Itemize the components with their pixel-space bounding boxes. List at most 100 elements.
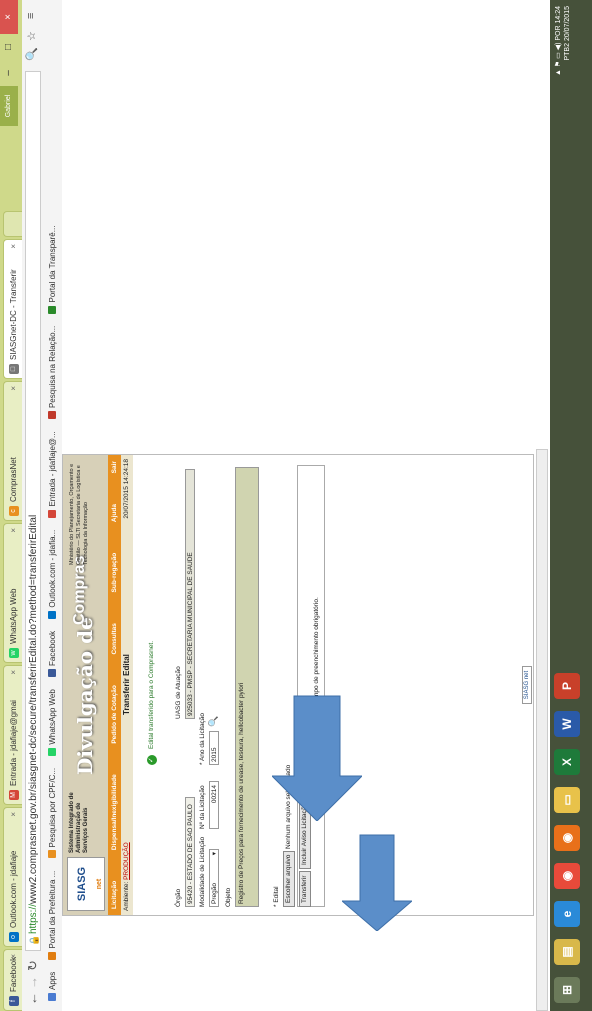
new-tab-button[interactable] [3,211,22,237]
comprasnet-icon: c [9,506,19,516]
minimize-button[interactable]: – [0,60,18,86]
tab-comprasnet[interactable]: c ComprasNet × [3,381,22,521]
siasg-menu: Licitação Dispensa/Inexigibilidade Pedid… [108,455,121,915]
close-icon[interactable]: × [4,954,22,959]
firefox-icon[interactable]: ◉ [554,825,580,851]
clock-time[interactable]: 14:24 [555,6,562,24]
ambiente-value[interactable]: PRODUÇÃO [123,842,130,880]
facebook-icon [48,668,56,677]
whatsapp-icon: w [9,648,19,658]
edital-label: * Edital [273,886,280,907]
search-icon[interactable]: 🔍 [208,716,219,727]
bookmark-gmail[interactable]: Entrada - jdafiaje@... [44,431,62,518]
forward-icon[interactable]: → [25,976,40,989]
success-message: ✓Edital transferido para o Comprasnet. [147,641,157,765]
bookmark-prefeitura[interactable]: Portal da Prefeitura ... [44,871,62,960]
close-icon[interactable]: × [4,812,22,817]
explorer-icon[interactable]: ▤ [554,939,580,965]
menu-consultas[interactable]: Consultas [108,623,121,654]
numero-input[interactable]: 00214 [209,781,219,829]
user-chip[interactable]: Gabriel [0,86,18,126]
tab-siasgnet[interactable]: □ SIASGnet-DC - Transferir × [3,239,22,379]
tab-outlook[interactable]: o Outlook.com - jdafiaje × [3,807,22,947]
facebook-icon: f [9,996,19,1006]
dropdown-arrow-icon: ▾ [211,852,218,856]
sistema-text: Sistema Integrado de Administração de Se… [69,792,89,853]
tab-label: ComprasNet [9,457,18,502]
bookmark-icon [48,850,56,859]
windows-taskbar: ⊞ ▤ e ◉ ◉ ▭ X W P ▲ ⚑ ▭ ◀) POR 14:24 PTB… [550,0,592,1011]
tray-icons[interactable]: ▲ ⚑ ▭ ◀) [555,41,562,76]
transferir-button[interactable]: Transferir [299,871,311,907]
tab-facebook[interactable]: f Facebook × [3,949,22,1011]
menu-icon[interactable]: ≡ [25,13,37,19]
chrome-icon[interactable]: ◉ [554,863,580,889]
close-icon[interactable]: × [4,528,22,533]
ano-label: * Ano da Licitação [199,712,206,765]
bookmarks-bar: Apps Portal da Prefeitura ... Pesquisa p… [44,0,63,1011]
menu-dispensa[interactable]: Dispensa/Inexigibilidade [108,774,121,850]
bookmark-transparencia[interactable]: Portal da Transparê... [44,226,62,314]
zoom-icon[interactable]: 🔍 [25,47,38,61]
gmail-icon: M [9,790,19,800]
close-icon[interactable]: × [4,670,22,675]
modalidade-select[interactable]: Pregão ▾ [209,849,219,907]
tab-label: Entrada - jdafiaje@gmai [9,700,18,786]
clock-date: 20/07/2015 [564,6,571,42]
gmail-icon [48,509,56,518]
arrow-shape [342,834,412,931]
bookmark-outlook[interactable]: Outlook.com - jdafia... [44,530,62,619]
bookmark-icon [48,951,56,960]
annotation-arrow-small [342,834,412,931]
siasg-banner: SIASG net Sistema Integrado de Administra… [63,455,108,915]
ambiente-row: Ambiente: PRODUÇÃO Transferir Edital 20/… [121,455,133,915]
objeto-textarea: Registro de Preços para fornecimento de … [235,467,259,907]
language-indicator[interactable]: POR [555,25,562,40]
bookmark-relacao[interactable]: Pesquisa na Relação... [44,326,62,420]
window-controls: Gabriel – □ × [0,0,20,126]
bookmark-facebook[interactable]: Facebook [44,631,62,677]
page-viewport: SIASG net Sistema Integrado de Administra… [62,0,574,1011]
objeto-label: Objeto [225,887,232,907]
start-icon[interactable]: ⊞ [554,977,580,1003]
tab-label: SIASGnet-DC - Transferir [9,269,18,360]
orgao-field: 95420 - ESTADO DE SAO PAULO [185,797,195,907]
orgao-label: Órgão [175,888,182,907]
outlook-icon: o [9,932,19,942]
horizontal-scrollbar[interactable] [536,449,548,1011]
menu-ajuda[interactable]: Ajuda [108,504,121,522]
menu-sub-rogacao[interactable]: Sub-rogação [108,553,121,593]
tab-gmail[interactable]: M Entrada - jdafiaje@gmai × [3,665,22,805]
close-window-button[interactable]: × [0,0,18,34]
folder-icon[interactable]: ▭ [554,787,580,813]
annotation-arrow-large [272,695,362,821]
close-icon[interactable]: × [4,244,22,249]
url-input[interactable]: 🔒 https://www2.comprasnet.gov.br/siasgne… [25,71,41,951]
excel-icon[interactable]: X [554,749,580,775]
ie-icon[interactable]: e [554,901,580,927]
siasg-footer: SIASG net [515,455,532,915]
bookmark-apps[interactable]: Apps [44,972,62,1001]
reload-icon[interactable]: ↻ [25,960,41,971]
choose-file-button[interactable]: Escolher arquivo [283,850,295,907]
menu-licitacao[interactable]: Licitação [108,881,121,909]
menu-pedido-cotacao[interactable]: Pedido de Cotação [108,685,121,744]
maximize-button[interactable]: □ [0,34,18,60]
tab-whatsapp[interactable]: w WhatsApp Web × [3,523,22,663]
back-icon[interactable]: ← [25,992,40,1005]
language-layout: PTB2 [564,43,571,61]
check-icon: ✓ [147,755,157,765]
menu-sair[interactable]: Sair [108,461,121,473]
numero-label: Nº da Licitação [199,785,206,829]
bookmark-whatsapp[interactable]: WhatsApp Web [44,689,62,756]
footer-logo: SIASG net [522,665,532,705]
uasg-label: UASG de Atuação [175,666,182,719]
word-icon[interactable]: W [554,711,580,737]
bookmark-cpf[interactable]: Pesquisa por CPF/C... [44,768,62,859]
banner-title: Divulgação de [73,617,97,775]
apps-icon [48,993,56,1001]
ano-input[interactable]: 2015 [209,731,219,765]
star-icon[interactable]: ☆ [25,31,38,41]
powerpoint-icon[interactable]: P [554,673,580,699]
close-icon[interactable]: × [4,386,22,391]
